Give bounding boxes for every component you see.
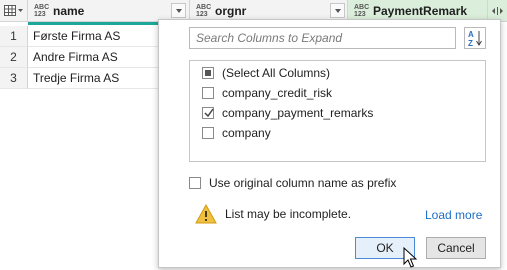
expand-columns-popup: Search Columns to Expand A Z (Select All… — [158, 19, 501, 268]
warning-icon — [195, 204, 217, 224]
sort-az-icon: A Z — [468, 30, 482, 48]
type-badge: ABC 123 — [354, 3, 370, 18]
list-item-label: (Select All Columns) — [222, 66, 331, 80]
column-title: name — [53, 3, 85, 18]
warning-message: List may be incomplete. — [195, 203, 351, 225]
row-number: 1 — [0, 26, 28, 47]
expand-icon — [492, 6, 503, 15]
column-list: (Select All Columns) company_credit_risk… — [189, 60, 486, 162]
column-title: PaymentRemark — [373, 3, 468, 18]
checkbox[interactable] — [202, 107, 214, 119]
column-quality-bar — [28, 22, 163, 25]
mouse-cursor-icon — [403, 247, 417, 268]
row-number: 2 — [0, 47, 28, 68]
list-item-label: company_credit_risk — [222, 86, 333, 100]
svg-text:Z: Z — [468, 39, 473, 48]
checkbox[interactable] — [202, 67, 214, 79]
svg-text:A: A — [468, 30, 474, 39]
cancel-button[interactable]: Cancel — [426, 237, 486, 259]
checkbox[interactable] — [202, 87, 214, 99]
list-item[interactable]: company — [202, 125, 271, 141]
load-more-link[interactable]: Load more — [425, 208, 482, 222]
chevron-down-icon — [334, 8, 341, 13]
list-item[interactable]: (Select All Columns) — [202, 65, 330, 81]
sort-button[interactable]: A Z — [464, 27, 486, 49]
warning-text: List may be incomplete. — [225, 207, 352, 221]
prefix-checkbox[interactable] — [189, 177, 201, 189]
check-icon — [204, 108, 214, 118]
checkbox[interactable] — [202, 127, 214, 139]
search-input[interactable]: Search Columns to Expand — [189, 27, 456, 49]
table-icon — [3, 4, 23, 16]
list-item[interactable]: company_credit_risk — [202, 85, 332, 101]
row-number: 3 — [0, 68, 28, 89]
list-item[interactable]: company_payment_remarks — [202, 105, 373, 121]
list-item-label: company_payment_remarks — [222, 106, 374, 120]
type-badge: ABC 123 — [34, 3, 50, 18]
prefix-option[interactable]: Use original column name as prefix — [189, 175, 396, 191]
list-item-label: company — [222, 126, 271, 140]
prefix-label: Use original column name as prefix — [209, 176, 397, 190]
table-menu-button[interactable] — [0, 0, 28, 22]
type-badge: ABC 123 — [196, 3, 212, 18]
column-title: orgnr — [215, 3, 247, 18]
chevron-down-icon — [175, 8, 182, 13]
column-filter-button-orgnr[interactable] — [330, 3, 345, 18]
column-filter-button-name[interactable] — [171, 3, 186, 18]
